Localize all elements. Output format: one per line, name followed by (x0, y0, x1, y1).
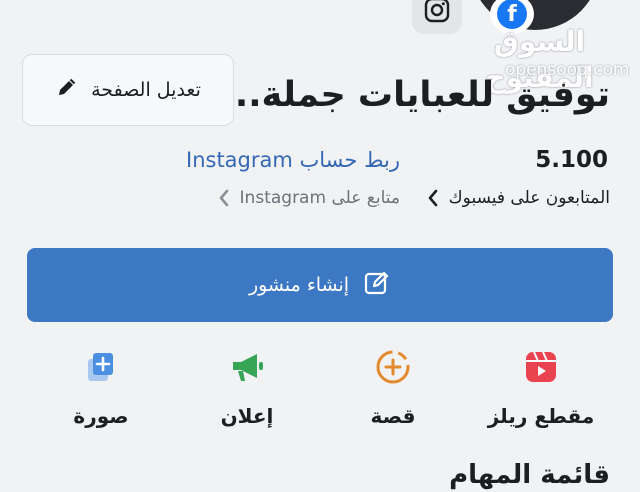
create-post-button[interactable]: إنشاء منشور (27, 248, 613, 322)
reels-icon (524, 346, 558, 388)
action-ad-label: إعلان (220, 404, 274, 428)
create-post-label: إنشاء منشور (248, 274, 350, 296)
section-title: قائمة المهام (449, 460, 610, 490)
action-reels-label: مقطع ريلز (487, 404, 595, 428)
photo-add-icon (85, 346, 117, 388)
action-story[interactable]: قصة (318, 346, 468, 436)
chevron-left-icon (427, 189, 439, 207)
instagram-followers-label: متابع على Instagram (239, 188, 400, 208)
action-story-label: قصة (370, 404, 416, 428)
megaphone-icon (229, 346, 265, 388)
edit-page-label: تعديل الصفحة (91, 79, 201, 101)
edit-page-button[interactable]: تعديل الصفحة (22, 54, 234, 126)
action-reels[interactable]: مقطع ريلز (466, 346, 616, 436)
facebook-followers-label: المتابعون على فيسبوك (448, 188, 610, 208)
action-photo[interactable]: صورة (26, 346, 176, 436)
pencil-icon (55, 77, 77, 104)
chevron-left-icon (218, 189, 230, 207)
facebook-followers-link[interactable]: المتابعون على فيسبوك (420, 184, 610, 212)
instagram-icon (424, 0, 450, 27)
action-ad[interactable]: إعلان (172, 346, 322, 436)
story-add-icon (375, 346, 411, 388)
action-photo-label: صورة (73, 404, 129, 428)
page-title: توفيق للعبايات جملة... (221, 75, 610, 115)
instagram-followers-link[interactable]: متابع على Instagram (180, 184, 400, 212)
edit-square-icon (363, 269, 391, 302)
connect-instagram-link[interactable]: ربط حساب Instagram (150, 144, 400, 176)
followers-count: 5.100 (535, 147, 608, 173)
